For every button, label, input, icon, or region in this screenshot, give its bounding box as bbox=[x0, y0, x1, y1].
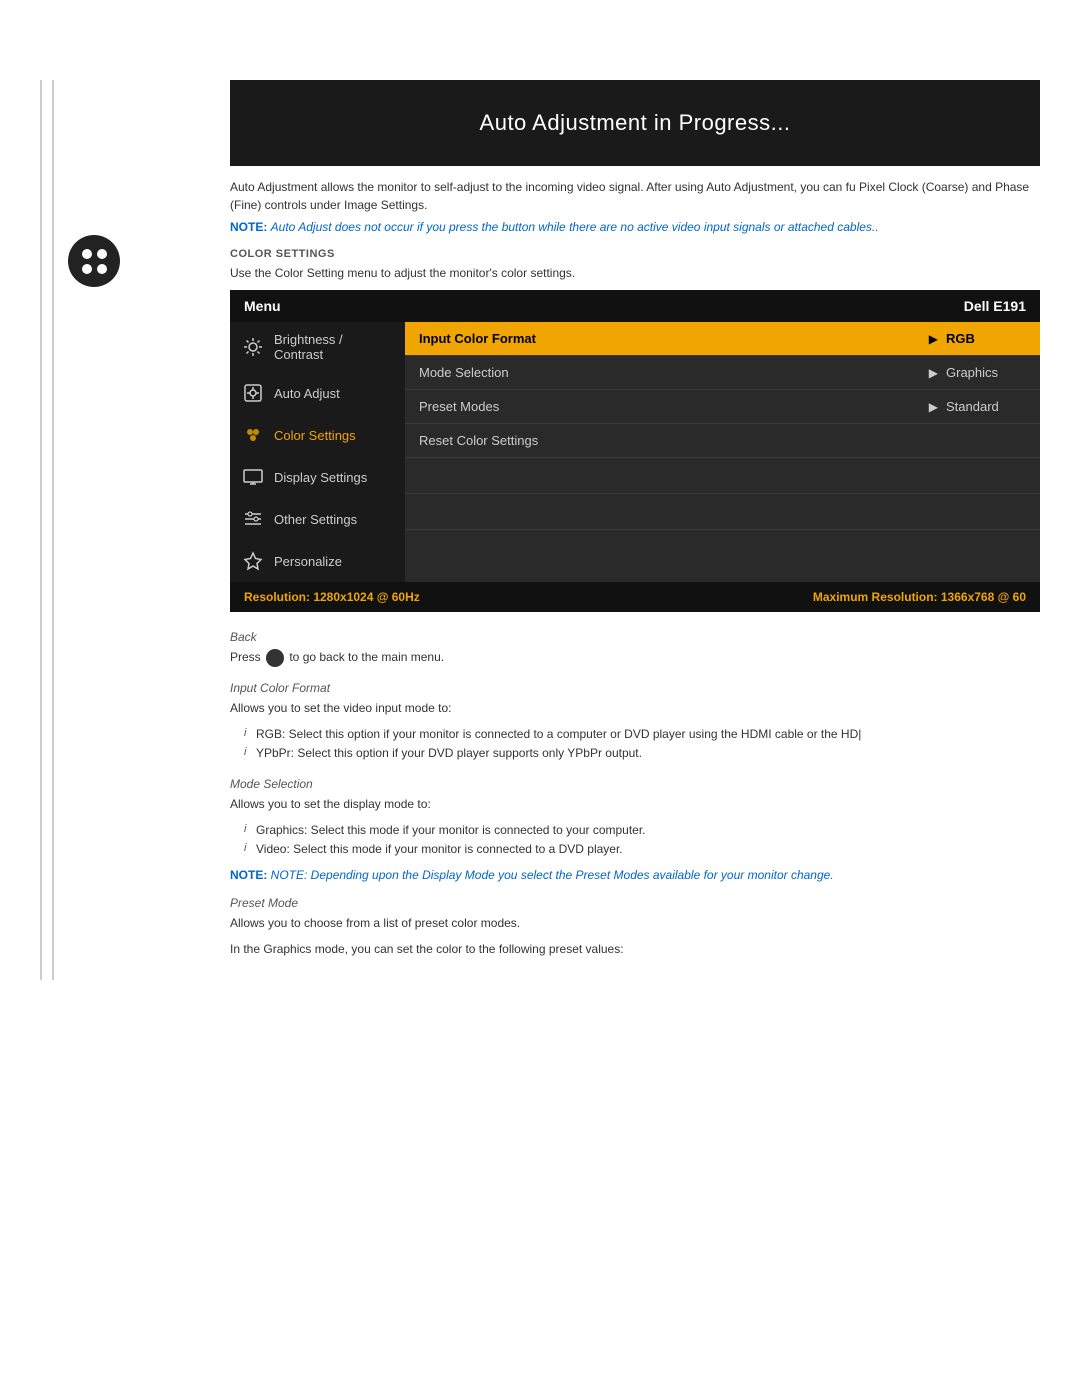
arrow-icon-2: ▶ bbox=[929, 366, 938, 380]
sun-icon bbox=[242, 336, 264, 358]
vertical-line-2 bbox=[52, 80, 54, 980]
osd-header-right: Dell E191 bbox=[964, 298, 1026, 314]
osd-row-label-mode: Mode Selection bbox=[419, 365, 921, 380]
osd-footer-max-resolution: Maximum Resolution: 1366x768 @ 60 bbox=[813, 590, 1026, 604]
desc-preset-label: Preset Mode bbox=[230, 896, 1040, 910]
desc-preset-section: Preset Mode Allows you to choose from a … bbox=[230, 896, 1040, 958]
nav-item-auto-adjust[interactable]: Auto Adjust bbox=[230, 372, 405, 414]
osd-footer: Resolution: 1280x1024 @ 60Hz Maximum Res… bbox=[230, 582, 1040, 612]
osd-row-label-reset: Reset Color Settings bbox=[419, 433, 1026, 448]
main-content: Auto Adjustment in Progress... Auto Adju… bbox=[220, 80, 1040, 980]
dot-1 bbox=[82, 249, 92, 259]
note-body: Auto Adjust does not occur if you press … bbox=[271, 220, 879, 234]
osd-row-empty-3 bbox=[405, 530, 1040, 566]
vertical-line-1 bbox=[40, 80, 42, 980]
auto-adjust-icon bbox=[242, 382, 264, 404]
bullet-graphics: Graphics: Select this mode if your monit… bbox=[244, 821, 1040, 840]
note-label: NOTE: bbox=[230, 220, 271, 234]
osd-menu: Menu Dell E191 bbox=[230, 290, 1040, 612]
arrow-icon-1: ▶ bbox=[929, 332, 938, 346]
nav-item-display-settings[interactable]: Display Settings bbox=[230, 456, 405, 498]
osd-right-panel: Input Color Format ▶ RGB Mode Selection … bbox=[405, 322, 1040, 582]
color-settings-icon bbox=[68, 235, 120, 287]
desc-preset-text2: In the Graphics mode, you can set the co… bbox=[230, 940, 1040, 958]
osd-value-graphics: Graphics bbox=[946, 365, 1026, 380]
nav-label-other-settings: Other Settings bbox=[274, 512, 357, 527]
osd-row-input-color[interactable]: Input Color Format ▶ RGB bbox=[405, 322, 1040, 356]
nav-label-auto-adjust: Auto Adjust bbox=[274, 386, 340, 401]
mode-bullets: Graphics: Select this mode if your monit… bbox=[230, 821, 1040, 859]
desc-mode-text: Allows you to set the display mode to: bbox=[230, 795, 1040, 813]
auto-adjust-banner: Auto Adjustment in Progress... bbox=[230, 80, 1040, 166]
osd-row-label-preset: Preset Modes bbox=[419, 399, 921, 414]
icon-column bbox=[64, 80, 124, 980]
desc-back-section: Back Press to go back to the main menu. bbox=[230, 630, 1040, 667]
desc-mode-label: Mode Selection bbox=[230, 777, 1040, 791]
arrow-icon-3: ▶ bbox=[929, 400, 938, 414]
nav-item-brightness[interactable]: Brightness / Contrast bbox=[230, 322, 405, 372]
dot-2 bbox=[97, 249, 107, 259]
note-mode-text: NOTE: Depending upon the Display Mode yo… bbox=[271, 868, 834, 882]
desc-mode-selection-section: Mode Selection Allows you to set the dis… bbox=[230, 777, 1040, 881]
color-settings-label: COLOR SETTINGS bbox=[230, 248, 1040, 260]
nav-item-color-settings[interactable]: Color Settings bbox=[230, 414, 405, 456]
auto-adjust-title: Auto Adjustment in Progress... bbox=[480, 110, 791, 135]
nav-item-personalize[interactable]: Personalize bbox=[230, 540, 405, 582]
display-icon bbox=[242, 466, 264, 488]
osd-footer-resolution: Resolution: 1280x1024 @ 60Hz bbox=[244, 590, 420, 604]
bullet-rgb: RGB: Select this option if your monitor … bbox=[244, 725, 1040, 744]
osd-header-left: Menu bbox=[244, 298, 281, 314]
osd-row-label-input-color: Input Color Format bbox=[419, 331, 921, 346]
dot-3 bbox=[82, 264, 92, 274]
osd-header: Menu Dell E191 bbox=[230, 290, 1040, 322]
nav-label-personalize: Personalize bbox=[274, 554, 342, 569]
desc-preset-text1: Allows you to choose from a list of pres… bbox=[230, 914, 1040, 932]
color-icon bbox=[242, 424, 264, 446]
bullet-ypbpr: YPbPr: Select this option if your DVD pl… bbox=[244, 744, 1040, 763]
desc-back-text: Press to go back to the main menu. bbox=[230, 648, 1040, 667]
osd-row-reset[interactable]: Reset Color Settings bbox=[405, 424, 1040, 458]
osd-value-standard: Standard bbox=[946, 399, 1026, 414]
color-settings-description: Use the Color Setting menu to adjust the… bbox=[230, 266, 1040, 280]
mode-selection-note: NOTE: NOTE: Depending upon the Display M… bbox=[230, 868, 1040, 882]
desc-back-label: Back bbox=[230, 630, 1040, 644]
other-settings-icon bbox=[242, 508, 264, 530]
dot-4 bbox=[97, 264, 107, 274]
description-section: Back Press to go back to the main menu. … bbox=[230, 630, 1040, 958]
osd-nav: Brightness / Contrast bbox=[230, 322, 405, 582]
desc-input-color-section: Input Color Format Allows you to set the… bbox=[230, 681, 1040, 763]
osd-row-empty-1 bbox=[405, 458, 1040, 494]
osd-row-mode-selection[interactable]: Mode Selection ▶ Graphics bbox=[405, 356, 1040, 390]
osd-value-rgb: RGB bbox=[946, 331, 1026, 346]
dots-icon bbox=[82, 249, 107, 274]
auto-adjust-description: Auto Adjustment allows the monitor to se… bbox=[230, 178, 1040, 214]
nav-label-brightness: Brightness / Contrast bbox=[274, 332, 393, 362]
auto-adjust-note: NOTE: Auto Adjust does not occur if you … bbox=[230, 220, 1040, 234]
input-color-bullets: RGB: Select this option if your monitor … bbox=[230, 725, 1040, 763]
bullet-video: Video: Select this mode if your monitor … bbox=[244, 840, 1040, 859]
osd-row-empty-2 bbox=[405, 494, 1040, 530]
nav-label-color-settings: Color Settings bbox=[274, 428, 356, 443]
desc-input-color-text: Allows you to set the video input mode t… bbox=[230, 699, 1040, 717]
note-bold: NOTE: bbox=[230, 868, 271, 882]
back-button-icon bbox=[266, 649, 284, 667]
desc-input-color-label: Input Color Format bbox=[230, 681, 1040, 695]
osd-row-preset-modes[interactable]: Preset Modes ▶ Standard bbox=[405, 390, 1040, 424]
nav-item-other-settings[interactable]: Other Settings bbox=[230, 498, 405, 540]
nav-label-display-settings: Display Settings bbox=[274, 470, 367, 485]
star-icon bbox=[242, 550, 264, 572]
osd-body: Brightness / Contrast bbox=[230, 322, 1040, 582]
